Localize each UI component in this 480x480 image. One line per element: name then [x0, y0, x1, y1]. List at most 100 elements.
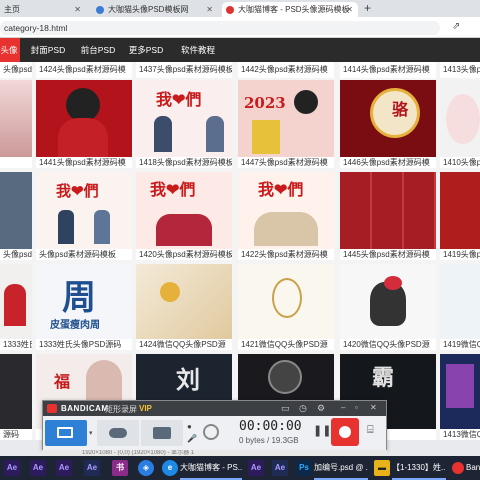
after-effects-icon[interactable]: Ae	[56, 460, 72, 476]
microphone-icon[interactable]: 🎤	[187, 434, 197, 443]
grid-item[interactable]: 1421微信QQ头像PSD源	[238, 264, 334, 350]
close-icon[interactable]: ✕	[370, 403, 377, 412]
thumbnail-image: 周 皮蛋瘦肉周	[36, 264, 132, 339]
nav-item-avatar-psd[interactable]: 头像PSD	[0, 38, 20, 79]
after-effects-icon[interactable]: Ae	[84, 460, 100, 476]
grid-item[interactable]: 1419头像psd素材源码	[440, 172, 480, 260]
webcam-icon[interactable]: ●	[187, 422, 192, 431]
taskbar-item-folder[interactable]: 【1-1330】姓...	[392, 456, 446, 480]
taskbar-item-browser[interactable]: 大咖猫博客 - PS...	[180, 456, 242, 480]
screenshot-camera-icon[interactable]: ⌸	[367, 424, 374, 437]
thumbnail-image	[440, 80, 480, 157]
grid-item[interactable]: 1420微信QQ头像PSD源	[340, 264, 436, 350]
grid-item[interactable]: 我❤們 头像psd素材源码模板	[36, 172, 132, 260]
vip-badge[interactable]: VIP	[139, 404, 152, 413]
grid-item-caption: 头像psd素材源码模板	[0, 62, 32, 78]
grid-item[interactable]: 头像psd素材源码模板	[0, 172, 32, 260]
record-icon	[339, 426, 351, 438]
device-record-mode-button[interactable]	[141, 420, 183, 446]
settings-icon[interactable]: ⚙	[317, 403, 325, 414]
grid-item[interactable]: 1419微信QQ头像PSD源	[440, 264, 480, 350]
browser-tab-blog[interactable]: 大咖猫博客 - PSD头像源码模板 ✕	[222, 2, 358, 17]
thumbnail-image: 我❤們	[136, 172, 232, 249]
after-effects-icon[interactable]: Ae	[272, 460, 288, 476]
grid-item[interactable]: 1437头像psd素材源码模板	[136, 62, 232, 78]
windows-taskbar: Ae Ae Ae Ae 书 ◈ e 大咖猫博客 - PS... Ae Ae Ps…	[0, 456, 480, 480]
pause-button[interactable]: ❚❚	[313, 424, 331, 437]
close-icon[interactable]: ✕	[74, 5, 81, 14]
screen-record-mode-button[interactable]	[45, 420, 87, 446]
grid-item[interactable]: 1441头像psd素材源码模	[36, 80, 132, 168]
gamepad-icon	[109, 428, 127, 438]
restore-icon[interactable]: ▫	[355, 403, 358, 412]
clock-icon[interactable]: ◷	[299, 403, 307, 414]
record-timer: 00:00:00	[239, 419, 302, 434]
bandicam-titlebar[interactable]: BANDICAM 矩形录屏 VIP ▭ ◷ ⚙ – ▫ ✕	[43, 401, 386, 416]
record-button[interactable]	[331, 418, 359, 446]
nav-item-software-tutorial[interactable]: 软件教程	[176, 38, 220, 62]
grid-item[interactable]: 1413头像psd素材源码模	[440, 62, 480, 78]
browser-tab-site[interactable]: 大咖猫头像PSD模板网 ✕	[92, 2, 218, 17]
thumbnail-image: 骆	[340, 80, 436, 157]
grid-item-caption: 源码	[0, 429, 32, 440]
thumbnail-grid: 头像psd素材源码模板 1424头像psd素材源码模 1437头像psd素材源码…	[0, 62, 480, 440]
grid-item[interactable]: 1424微信QQ头像PSD源	[136, 264, 232, 350]
speaker-icon[interactable]	[203, 424, 219, 440]
bandicam-record-icon[interactable]	[452, 462, 464, 474]
grid-item[interactable]: 1414头像psd素材源码模	[340, 62, 436, 78]
nav-item-frontend-psd[interactable]: 前台PSD	[78, 38, 118, 62]
grid-item[interactable]: 1413微信QQ头像PSD源	[440, 354, 480, 440]
bandicam-recorder[interactable]: BANDICAM 矩形录屏 VIP ▭ ◷ ⚙ – ▫ ✕ ▾ ● 🎤 00:0…	[42, 400, 387, 450]
grid-item[interactable]: 1445头像psd素材源码模	[340, 172, 436, 260]
share-icon[interactable]: ⇗	[452, 21, 460, 32]
file-size-status: 0 bytes / 19.3GB	[239, 436, 299, 445]
grid-item[interactable]: 我❤們 1418头像psd素材源码模板	[136, 80, 232, 168]
new-tab-button[interactable]: +	[364, 1, 371, 15]
after-effects-icon[interactable]: Ae	[4, 460, 20, 476]
grid-item[interactable]: 头像psd素材源码模板	[0, 62, 32, 78]
browser-icon[interactable]: e	[162, 460, 178, 476]
thumbnail-image	[440, 354, 480, 429]
thumbnail-image	[0, 354, 32, 429]
thumbnail-image	[340, 264, 436, 339]
folder-icon[interactable]: ▬	[374, 460, 390, 476]
grid-item[interactable]: 我❤們 1422头像psd素材源码模	[238, 172, 334, 260]
grid-item[interactable]: 周 皮蛋瘦肉周 1333姓氏头像PSD源码	[36, 264, 132, 350]
monitor-icon	[57, 427, 73, 438]
bandicam-mode-label[interactable]: 矩形录屏	[105, 404, 137, 415]
taskbar-item-photoshop[interactable]: 加编号.psd @ ...	[314, 456, 368, 480]
grid-item[interactable]: 1333姓氏头像PSD源码	[0, 264, 32, 350]
address-bar: category-18.html ⇗	[0, 17, 480, 38]
photoshop-icon[interactable]: Ps	[296, 460, 312, 476]
grid-item[interactable]: 1410头像psd素材源码模	[440, 80, 480, 168]
app-icon[interactable]: ◈	[138, 460, 154, 476]
thumbnail-image	[340, 172, 436, 249]
grid-item-caption: 1333姓氏头像PSD源码	[0, 339, 32, 350]
grid-item[interactable]: 我❤們 1420头像psd素材源码模板	[136, 172, 232, 260]
bandicam-logo-icon	[47, 404, 57, 413]
close-icon[interactable]: ✕	[346, 5, 353, 14]
grid-item[interactable]	[0, 80, 32, 168]
grid-item[interactable]: 骆 1446头像psd素材源码模	[340, 80, 436, 168]
taskbar-item-bandicam[interactable]: Ban	[466, 456, 480, 480]
minimize-icon[interactable]: –	[341, 403, 345, 412]
grid-item-caption: 1424头像psd素材源码模	[36, 62, 132, 78]
nav-item-cover-psd[interactable]: 封面PSD	[28, 38, 68, 62]
tab-label: 大咖猫头像PSD模板网	[108, 5, 189, 14]
url-input[interactable]: category-18.html	[0, 21, 440, 35]
grid-item[interactable]: 1424头像psd素材源码模	[36, 62, 132, 78]
grid-item-caption: 1441头像psd素材源码模	[36, 157, 132, 168]
nav-item-more-psd[interactable]: 更多PSD	[126, 38, 166, 62]
thumbnail-image	[238, 264, 334, 339]
browser-tab-home[interactable]: 主页 ✕	[0, 2, 86, 17]
after-effects-icon[interactable]: Ae	[30, 460, 46, 476]
grid-item[interactable]: 1442头像psd素材源码模	[238, 62, 334, 78]
grid-item[interactable]: 2023 1447头像psd素材源码模	[238, 80, 334, 168]
after-effects-icon[interactable]: Ae	[248, 460, 264, 476]
app-icon[interactable]: 书	[112, 460, 128, 476]
grid-item[interactable]: 源码	[0, 354, 32, 440]
game-record-mode-button[interactable]	[97, 420, 139, 446]
close-icon[interactable]: ✕	[206, 5, 213, 14]
chevron-down-icon[interactable]: ▾	[89, 429, 93, 437]
folder-icon[interactable]: ▭	[281, 403, 290, 414]
